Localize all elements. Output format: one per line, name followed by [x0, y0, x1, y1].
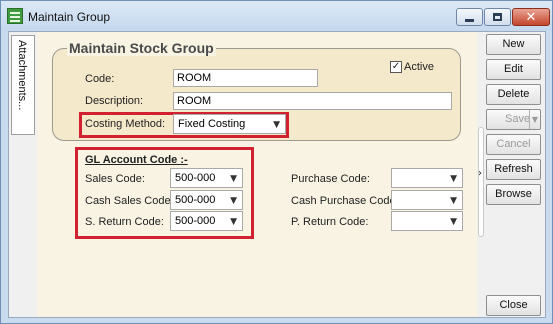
- close-button[interactable]: Close: [486, 295, 541, 316]
- expand-arrow-icon[interactable]: ›: [478, 168, 482, 179]
- costing-method-label: Costing Method:: [85, 118, 166, 130]
- chevron-down-icon: ▼: [230, 217, 237, 227]
- sales-code-label: Sales Code:: [85, 173, 145, 185]
- attachments-tab[interactable]: Attachments...: [11, 35, 35, 135]
- purchase-return-code-select[interactable]: ▼: [391, 211, 463, 231]
- browse-button[interactable]: Browse: [486, 184, 541, 205]
- maximize-icon: [493, 13, 502, 21]
- sales-code-select[interactable]: 500-000 ▼: [170, 168, 243, 188]
- cash-sales-code-label: Cash Sales Code:: [85, 195, 174, 207]
- chevron-down-icon: ▼: [273, 120, 280, 130]
- window-title: Maintain Group: [28, 10, 111, 24]
- chevron-down-icon: ▼: [450, 196, 457, 206]
- maintain-group-window: Maintain Group ✕ Attachments... Maintain…: [0, 0, 553, 324]
- purchase-code-select[interactable]: ▼: [391, 168, 463, 188]
- title-bar: Maintain Group ✕: [1, 1, 552, 31]
- delete-button[interactable]: Delete: [486, 84, 541, 105]
- group-title: Maintain Stock Group: [67, 40, 216, 56]
- edit-button[interactable]: Edit: [486, 59, 541, 80]
- cash-sales-code-value: 500-000: [175, 194, 216, 206]
- client-area: Attachments... Maintain Stock Group ✓ Ac…: [8, 31, 546, 318]
- code-label: Code:: [85, 73, 115, 85]
- sales-return-code-value: 500-000: [175, 215, 216, 227]
- description-input[interactable]: ROOM: [173, 92, 452, 110]
- sales-return-code-label: S. Return Code:: [85, 216, 164, 228]
- cash-sales-code-select[interactable]: 500-000 ▼: [170, 190, 243, 210]
- close-icon: ✕: [525, 9, 537, 25]
- active-checkbox[interactable]: ✓: [390, 61, 402, 73]
- app-icon: [7, 8, 23, 24]
- minimize-button[interactable]: [456, 8, 483, 26]
- description-label: Description:: [85, 95, 144, 107]
- purchase-return-code-label: P. Return Code:: [291, 216, 369, 228]
- maximize-button[interactable]: [484, 8, 511, 26]
- cash-purchase-code-label: Cash Purchase Code:: [291, 195, 399, 207]
- costing-method-value: Fixed Costing: [178, 118, 246, 130]
- gl-account-title: GL Account Code :-: [85, 154, 188, 166]
- chevron-down-icon: ▼: [450, 174, 457, 184]
- code-input[interactable]: ROOM: [173, 69, 318, 87]
- save-button[interactable]: Save ▼: [486, 109, 541, 130]
- sales-return-code-select[interactable]: 500-000 ▼: [170, 211, 243, 231]
- active-label: Active: [404, 61, 434, 73]
- chevron-down-icon[interactable]: ▼: [529, 110, 540, 129]
- sales-code-value: 500-000: [175, 172, 216, 184]
- chevron-down-icon: ▼: [450, 217, 457, 227]
- chevron-down-icon: ▼: [230, 196, 237, 206]
- purchase-code-label: Purchase Code:: [291, 173, 370, 185]
- new-button[interactable]: New: [486, 34, 541, 55]
- close-window-button[interactable]: ✕: [512, 8, 550, 26]
- attachments-tab-label: Attachments...: [16, 40, 28, 111]
- cancel-button[interactable]: Cancel: [486, 134, 541, 155]
- refresh-button[interactable]: Refresh: [486, 159, 541, 180]
- form-panel: Maintain Stock Group ✓ Active Code: ROOM…: [37, 32, 477, 317]
- cash-purchase-code-select[interactable]: ▼: [391, 190, 463, 210]
- minimize-icon: [465, 18, 474, 22]
- costing-method-select[interactable]: Fixed Costing ▼: [173, 114, 286, 134]
- chevron-down-icon: ▼: [230, 174, 237, 184]
- save-button-label: Save: [505, 113, 531, 125]
- panel-splitter[interactable]: [478, 127, 484, 237]
